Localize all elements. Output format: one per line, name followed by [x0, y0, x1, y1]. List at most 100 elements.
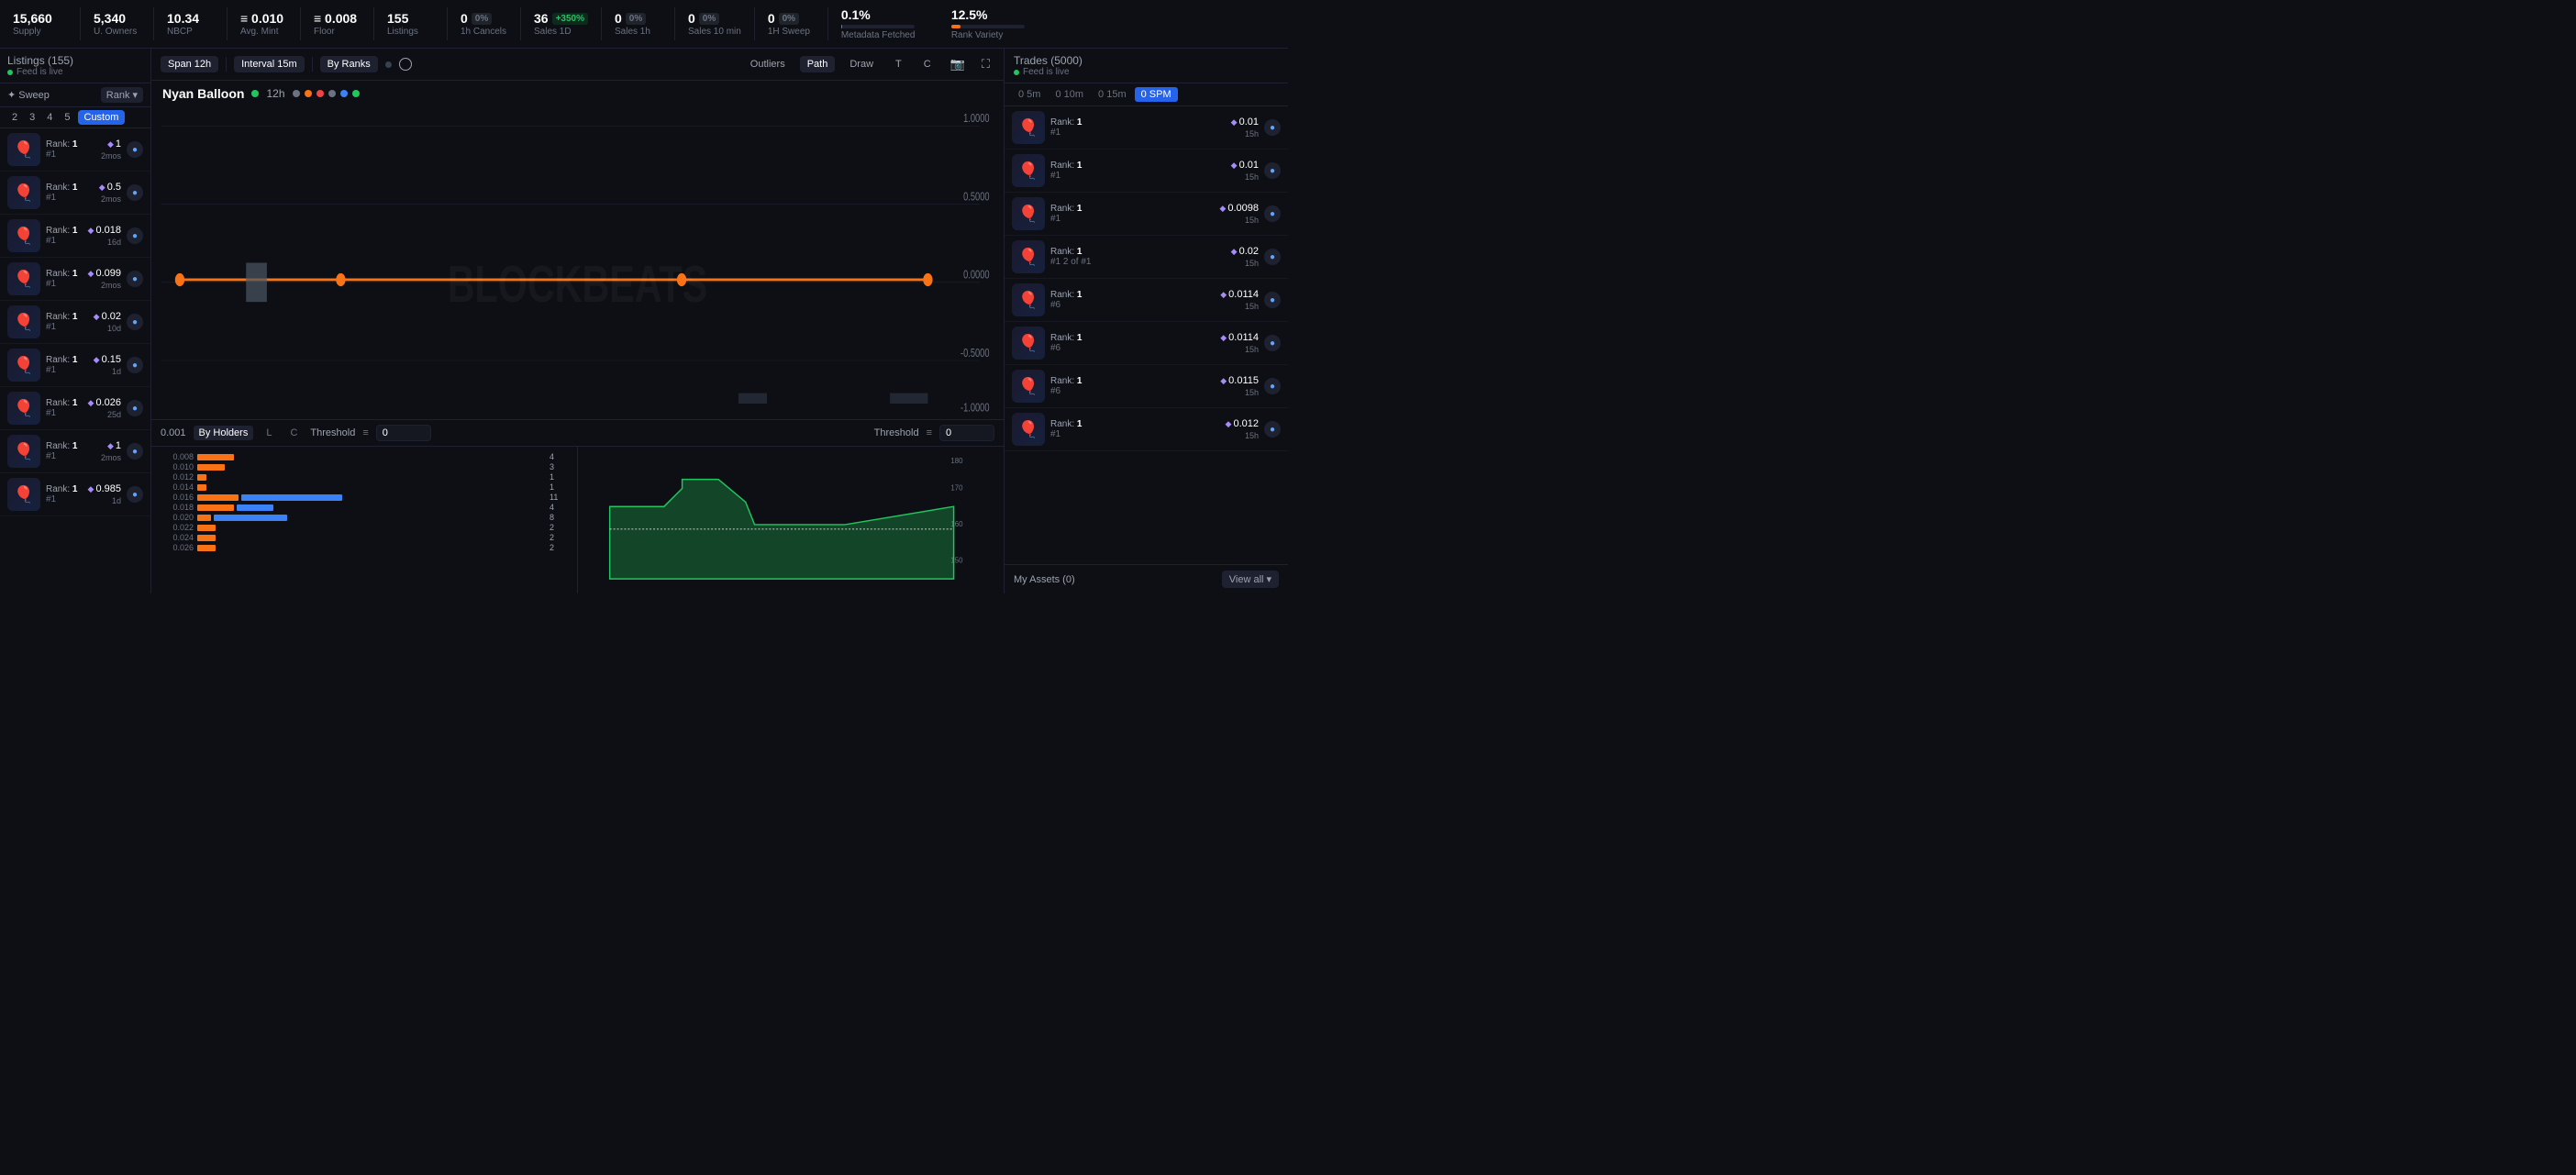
threshold-input[interactable]	[376, 425, 431, 441]
trade-list-item[interactable]: 🎈 Rank: 1 #6 ◆ 0.0114 15h ●	[1005, 279, 1288, 322]
trade-sub: #1	[1050, 214, 1214, 224]
interval-button[interactable]: Interval 15m	[234, 56, 305, 72]
by-ranks-button[interactable]: By Ranks	[320, 56, 378, 72]
user-icon[interactable]: ●	[127, 443, 143, 460]
time-tab-015m[interactable]: 0 15m	[1092, 87, 1133, 102]
camera-icon[interactable]: 📷	[946, 54, 970, 74]
user-icon[interactable]: ●	[127, 227, 143, 244]
nft-list-item[interactable]: 🎈 Rank: 1 #1 ◆ 1 2mos ●	[0, 430, 150, 473]
chart-svg: 1.0000 0.5000 0.0000 -0.5000 -1.0000	[151, 106, 1004, 419]
nft-list-item[interactable]: 🎈 Rank: 1 #1 ◆ 0.985 1d ●	[0, 473, 150, 516]
nft-thumbnail: 🎈	[7, 478, 40, 511]
trade-user-icon[interactable]: ●	[1264, 378, 1281, 394]
draw-button[interactable]: Draw	[842, 56, 881, 72]
price-amount: 0.15	[102, 354, 121, 365]
nft-list-item[interactable]: 🎈 Rank: 1 #1 ◆ 0.02 10d ●	[0, 301, 150, 344]
nft-list-item[interactable]: 🎈 Rank: 1 #1 ◆ 1 2mos ●	[0, 128, 150, 172]
custom-button[interactable]: Custom	[78, 110, 126, 125]
user-icon[interactable]: ●	[127, 184, 143, 201]
by-holders-tab[interactable]: By Holders	[194, 426, 254, 440]
nft-price: ◆ 0.5 2mos	[99, 182, 121, 204]
trade-user-icon[interactable]: ●	[1264, 119, 1281, 136]
price-value: ◆ 1	[107, 139, 121, 150]
legend-dot-blue	[340, 90, 348, 97]
svg-text:-0.5000: -0.5000	[960, 348, 989, 360]
trade-list-item[interactable]: 🎈 Rank: 1 #1 2 of #1 ◆ 0.02 15h ●	[1005, 236, 1288, 279]
price-amount: 0.026	[95, 397, 121, 408]
nft-list-item[interactable]: 🎈 Rank: 1 #1 ◆ 0.026 25d ●	[0, 387, 150, 430]
nft-thumbnail: 🎈	[7, 219, 40, 252]
rank-dropdown[interactable]: Rank ▾	[101, 87, 143, 103]
c-button[interactable]: C	[916, 56, 938, 72]
trade-list-item[interactable]: 🎈 Rank: 1 #1 ◆ 0.01 15h ●	[1005, 150, 1288, 193]
user-icon[interactable]: ●	[127, 141, 143, 158]
eth-icon: ◆	[99, 183, 105, 193]
hist-bar-orange	[197, 454, 234, 460]
nft-sub: #1	[46, 150, 95, 160]
time-tab-05m[interactable]: 0 5m	[1012, 87, 1047, 102]
trade-user-icon[interactable]: ●	[1264, 292, 1281, 308]
chart-bottom: 0.001 By Holders L C Threshold ≡ Thresho…	[151, 419, 1004, 593]
trade-list-item[interactable]: 🎈 Rank: 1 #6 ◆ 0.0115 15h ●	[1005, 365, 1288, 408]
nft-age: 10d	[107, 324, 121, 333]
trade-user-icon[interactable]: ●	[1264, 335, 1281, 351]
threshold2-input[interactable]	[939, 425, 994, 441]
user-icon[interactable]: ●	[127, 400, 143, 416]
path-button[interactable]: Path	[800, 56, 836, 72]
trade-list-item[interactable]: 🎈 Rank: 1 #1 ◆ 0.0098 15h ●	[1005, 193, 1288, 236]
nft-list-item[interactable]: 🎈 Rank: 1 #1 ◆ 0.15 1d ●	[0, 344, 150, 387]
threshold-label: Threshold	[310, 427, 355, 438]
svg-text:0.0000: 0.0000	[963, 269, 989, 282]
trade-list-item[interactable]: 🎈 Rank: 1 #1 ◆ 0.01 15h ●	[1005, 106, 1288, 150]
user-icon[interactable]: ●	[127, 271, 143, 287]
histogram-row: 0.024 2	[161, 533, 568, 542]
trade-price: ◆ 0.0114 15h	[1220, 332, 1259, 354]
price-value: ◆ 0.026	[88, 397, 121, 408]
time-tab-0SPM[interactable]: 0 SPM	[1135, 87, 1178, 102]
user-icon[interactable]: ●	[127, 486, 143, 503]
outliers-button[interactable]: Outliers	[743, 56, 793, 72]
user-icon[interactable]: ●	[127, 357, 143, 373]
trade-list-item[interactable]: 🎈 Rank: 1 #1 ◆ 0.012 15h ●	[1005, 408, 1288, 451]
trade-user-icon[interactable]: ●	[1264, 249, 1281, 265]
cancels-label: 1h Cancels	[461, 27, 506, 37]
nft-list-item[interactable]: 🎈 Rank: 1 #1 ◆ 0.5 2mos ●	[0, 172, 150, 215]
l-tab[interactable]: L	[261, 426, 277, 440]
sales-1h-value: 0 0%	[615, 11, 646, 26]
stat-supply: 15,660 Supply	[7, 7, 81, 40]
my-assets-label: My Assets (0)	[1014, 574, 1075, 585]
threshold2-label: Threshold	[874, 427, 919, 438]
rank-btn-3[interactable]: 3	[25, 110, 39, 125]
rank-btn-4[interactable]: 4	[42, 110, 57, 125]
trade-user-icon[interactable]: ●	[1264, 421, 1281, 438]
view-all-button[interactable]: View all ▾	[1222, 571, 1279, 588]
expand-icon[interactable]: ⛶	[977, 54, 994, 74]
c-tab[interactable]: C	[284, 426, 303, 440]
nft-list-item[interactable]: 🎈 Rank: 1 #1 ◆ 0.018 16d ●	[0, 215, 150, 258]
time-tab-010m[interactable]: 0 10m	[1049, 87, 1090, 102]
trade-price: ◆ 0.012 15h	[1226, 418, 1259, 440]
histogram-row: 0.010 3	[161, 462, 568, 471]
hist-price-label: 0.024	[161, 533, 194, 542]
trade-age: 15h	[1245, 431, 1259, 440]
trade-rank: Rank: 1	[1050, 204, 1214, 214]
hist-count: 2	[550, 533, 568, 542]
user-icon[interactable]: ●	[127, 314, 143, 330]
trade-list-item[interactable]: 🎈 Rank: 1 #6 ◆ 0.0114 15h ●	[1005, 322, 1288, 365]
nft-list-item[interactable]: 🎈 Rank: 1 #1 ◆ 0.099 2mos ●	[0, 258, 150, 301]
rank-btn-5[interactable]: 5	[60, 110, 74, 125]
histogram-row: 0.012 1	[161, 472, 568, 482]
hist-bars	[197, 545, 546, 551]
trade-user-icon[interactable]: ●	[1264, 162, 1281, 179]
nft-age: 2mos	[101, 151, 121, 161]
rank-number-controls[interactable]: 2 3 4 5 Custom	[0, 107, 150, 128]
time-tabs[interactable]: 0 5m0 10m0 15m0 SPM	[1005, 83, 1288, 106]
span-button[interactable]: Span 12h	[161, 56, 218, 72]
trade-price-amount: 0.012	[1233, 418, 1259, 429]
rank-controls[interactable]: ✦ Sweep Rank ▾	[0, 83, 150, 107]
nft-emoji: 🎈	[7, 219, 40, 252]
t-button[interactable]: T	[888, 56, 909, 72]
trade-user-icon[interactable]: ●	[1264, 205, 1281, 222]
price-amount: 0.5	[107, 182, 121, 193]
rank-btn-2[interactable]: 2	[7, 110, 22, 125]
